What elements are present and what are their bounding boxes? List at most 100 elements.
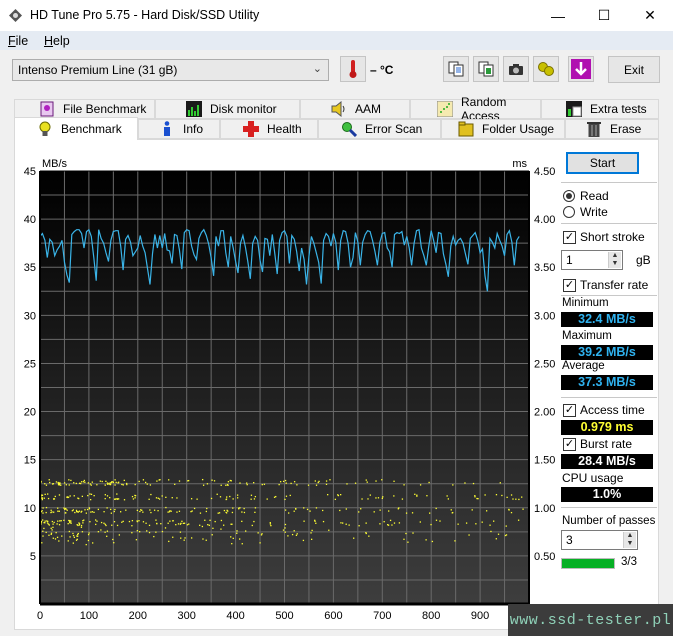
access-time-point	[435, 507, 437, 510]
tab-benchmark[interactable]: Benchmark	[14, 117, 138, 140]
exit-button[interactable]: Exit	[608, 56, 660, 83]
access-time-point	[328, 529, 330, 531]
access-time-point	[218, 512, 221, 514]
tab-error-scan[interactable]: Error Scan	[318, 119, 441, 139]
access-time-point	[250, 498, 252, 500]
access-time-point	[327, 494, 329, 496]
access-time-point	[71, 510, 74, 512]
access-time-point	[284, 531, 286, 533]
access-time-point	[104, 494, 106, 496]
access-time-point	[57, 510, 59, 512]
access-time-point	[58, 524, 61, 526]
menu-file[interactable]: File	[8, 34, 28, 48]
minimum-label: Minimum	[562, 297, 609, 309]
x-tick: 800	[422, 610, 440, 622]
random-access-icon	[437, 101, 453, 117]
access-time-point	[41, 497, 43, 499]
short-stroke-checkbox[interactable]: ✓	[563, 231, 576, 244]
write-radio[interactable]	[563, 206, 575, 218]
access-time-point	[101, 480, 103, 483]
access-time-point	[412, 532, 414, 534]
tab-health[interactable]: Health	[220, 119, 318, 139]
access-time-point	[68, 530, 71, 533]
tab-aam[interactable]: AAM	[300, 99, 410, 119]
access-time-point	[43, 497, 45, 499]
access-time-point	[517, 519, 520, 521]
folder-icon	[458, 121, 474, 137]
passes-input[interactable]: 3 ▲ ▼	[561, 530, 638, 550]
access-time-point	[199, 512, 202, 514]
access-time-point	[135, 539, 138, 541]
access-time-point	[285, 482, 287, 484]
access-time-point	[148, 524, 151, 527]
close-button[interactable]: ✕	[627, 0, 673, 31]
maximize-button[interactable]: ☐	[581, 0, 627, 31]
access-time-point	[365, 532, 367, 535]
tab-file-benchmark[interactable]: File Benchmark	[14, 99, 155, 119]
access-time-point	[59, 520, 61, 522]
spinner-arrows[interactable]: ▲ ▼	[623, 532, 636, 548]
tab-label: Disk monitor	[210, 102, 277, 116]
access-time-point	[230, 480, 232, 482]
tab-folder-usage[interactable]: Folder Usage	[441, 119, 565, 139]
copy-image-button[interactable]	[473, 56, 499, 82]
access-time-point	[90, 484, 92, 486]
access-time-point	[365, 479, 367, 481]
copy-text-button[interactable]	[443, 56, 469, 82]
screenshot-button[interactable]	[503, 56, 529, 82]
access-time-point	[160, 523, 162, 525]
temperature-button[interactable]	[340, 56, 366, 82]
access-time-point	[73, 482, 75, 484]
tab-extra-tests[interactable]: Extra tests	[541, 99, 659, 119]
access-time-point	[106, 482, 109, 484]
access-time-point	[80, 482, 82, 485]
access-time-point	[210, 497, 213, 500]
menu-help[interactable]: Help	[44, 34, 70, 48]
access-time-point	[146, 530, 148, 532]
short-stroke-input[interactable]: 1 ▲ ▼	[561, 250, 623, 270]
start-button[interactable]: Start	[566, 152, 639, 174]
access-time-point	[495, 538, 497, 540]
access-time-point	[83, 479, 86, 482]
access-time-point	[403, 538, 405, 540]
access-time-point	[207, 524, 209, 526]
maximum-value: 39.2 MB/s	[561, 345, 653, 360]
access-time-point	[59, 483, 61, 485]
tab-random-access[interactable]: Random Access	[410, 95, 541, 123]
access-time-point	[161, 495, 163, 497]
spinner-arrows[interactable]: ▲ ▼	[608, 252, 621, 268]
tab-disk-monitor[interactable]: Disk monitor	[155, 99, 300, 119]
minimize-button[interactable]: —	[535, 0, 581, 31]
tab-info[interactable]: Info	[138, 119, 220, 139]
tab-erase[interactable]: Erase	[565, 119, 659, 139]
access-time-point	[117, 482, 119, 484]
access-time-point	[174, 483, 176, 486]
access-time-point	[253, 520, 255, 523]
access-time-checkbox[interactable]: ✓	[563, 404, 576, 417]
drive-select[interactable]: Intenso Premium Line (31 gB) ⌄	[12, 59, 329, 81]
access-time-point	[497, 533, 500, 535]
access-time-point	[196, 498, 198, 500]
speaker-icon	[331, 101, 347, 117]
transfer-rate-checkbox[interactable]: ✓	[563, 279, 576, 292]
access-time-point	[251, 524, 253, 527]
access-time-point	[454, 540, 456, 542]
access-time-point	[288, 512, 290, 514]
access-time-point	[57, 520, 59, 522]
access-time-point	[216, 493, 218, 495]
access-time-point	[263, 483, 266, 485]
minimize-icon: —	[551, 7, 565, 24]
access-time-point	[236, 530, 238, 532]
access-time-point	[60, 484, 62, 486]
access-time-point	[360, 508, 362, 510]
access-time-point	[213, 480, 216, 482]
access-time-point	[167, 511, 169, 513]
access-time-point	[340, 494, 342, 496]
options-button[interactable]	[533, 56, 559, 82]
save-button[interactable]	[568, 56, 594, 82]
access-time-point	[275, 495, 277, 498]
burst-rate-label: Burst rate	[580, 437, 633, 451]
read-radio[interactable]	[563, 190, 575, 202]
burst-rate-checkbox[interactable]: ✓	[563, 438, 576, 451]
access-time-point	[428, 481, 430, 484]
